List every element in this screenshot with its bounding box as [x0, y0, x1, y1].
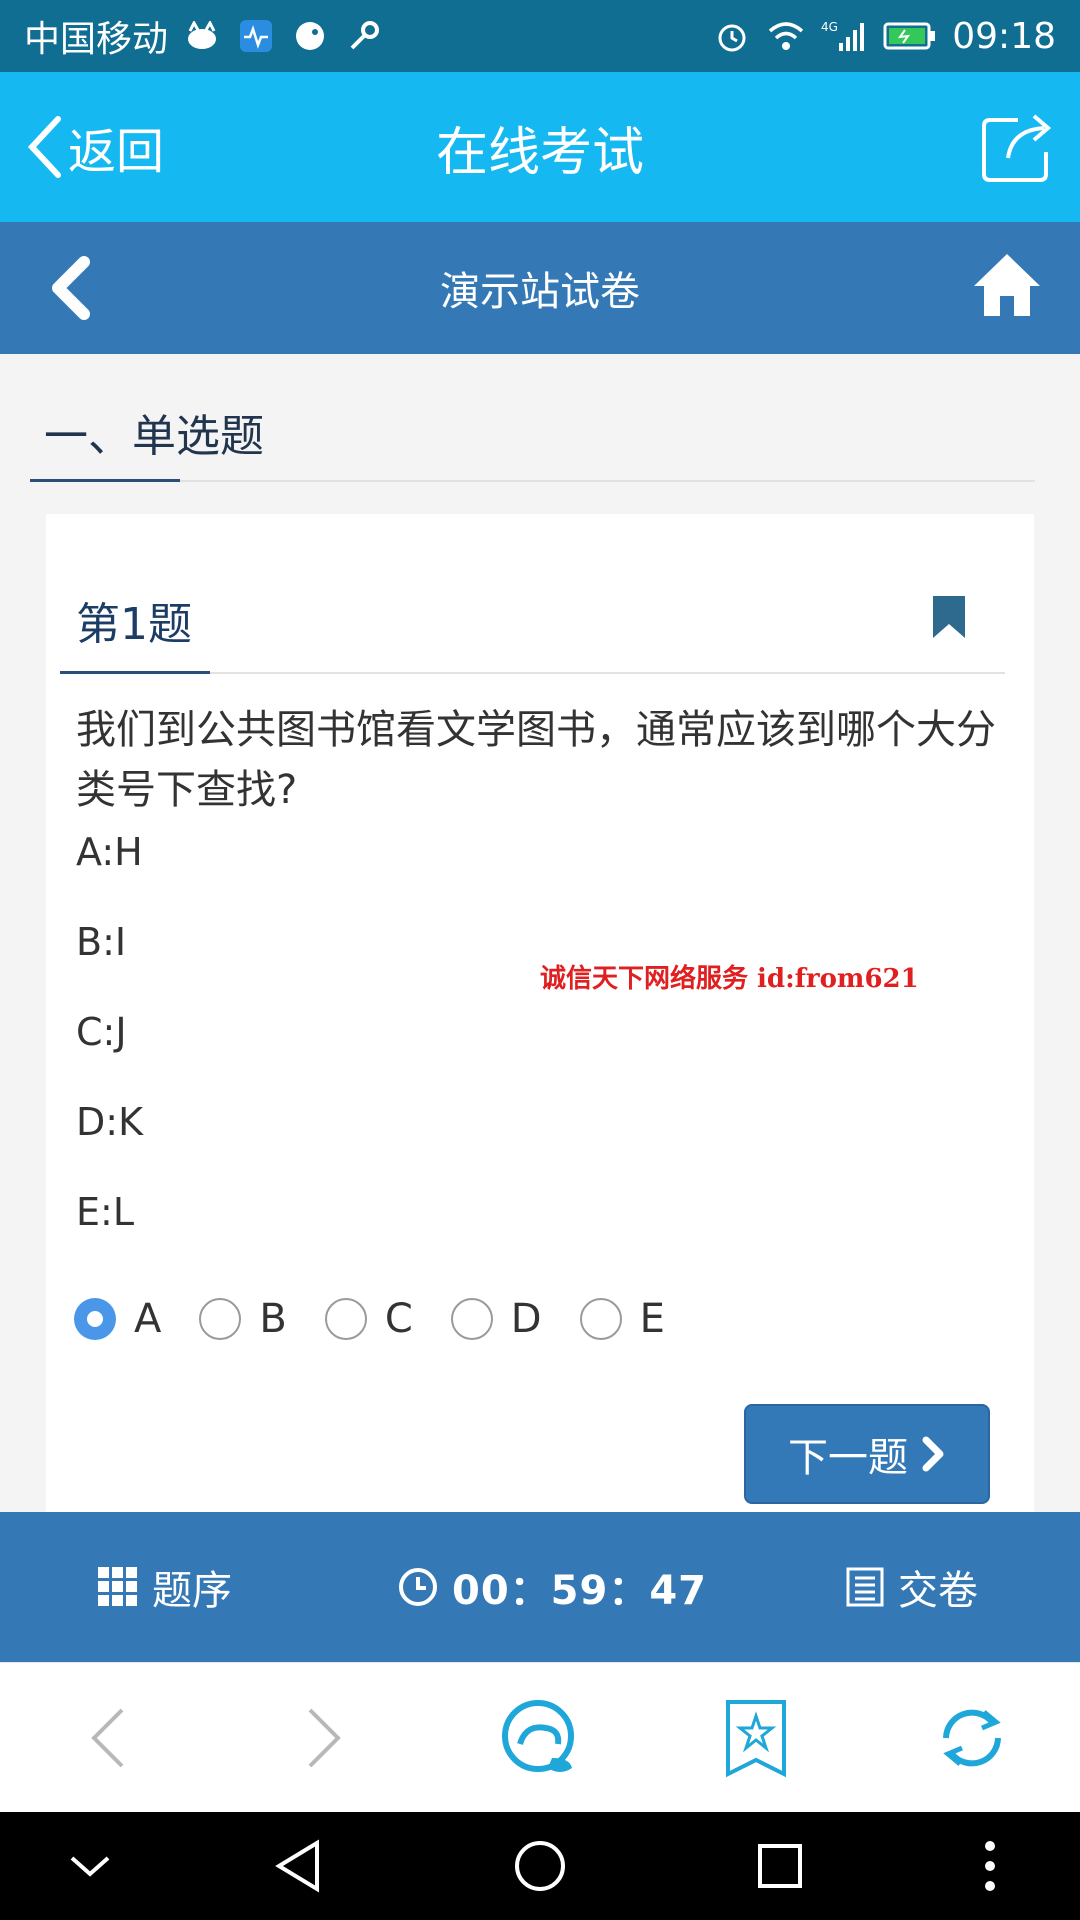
system-nav-bar: [0, 1812, 1080, 1920]
exam-paper-title: 演示站试卷: [440, 269, 640, 315]
grid-icon: [98, 1567, 137, 1606]
back-button[interactable]: 返回: [26, 112, 164, 182]
chevron-down-icon: [70, 1856, 110, 1877]
next-question-button[interactable]: 下一题: [744, 1404, 990, 1504]
answer-radio-e[interactable]: E: [579, 1296, 665, 1342]
chevron-left-icon: [27, 116, 61, 178]
radio-button[interactable]: [579, 1298, 622, 1340]
radio-button[interactable]: [450, 1298, 493, 1340]
timer: 00：59：47: [398, 1512, 707, 1662]
question-order-button[interactable]: 题序: [98, 1512, 232, 1662]
browser-search-button[interactable]: [490, 1688, 590, 1788]
section-header: 一、单选题: [30, 354, 1035, 482]
radio-label: A: [134, 1296, 162, 1342]
wifi-icon: [766, 16, 806, 56]
option-e: E:L: [76, 1190, 134, 1234]
app-header: 返回 在线考试: [0, 72, 1080, 222]
nav-collapse-button[interactable]: [50, 1826, 130, 1906]
carrier-label: 中国移动: [24, 19, 169, 60]
forward-arrow-icon: [308, 1708, 341, 1768]
radio-button[interactable]: [324, 1298, 367, 1340]
question-number: 第1题: [76, 599, 192, 650]
radio-button[interactable]: [74, 1298, 116, 1340]
option-d: D:K: [76, 1100, 143, 1144]
browser-bookmark-button[interactable]: [706, 1688, 806, 1788]
nav-menu-button[interactable]: [950, 1826, 1030, 1906]
question-header: 第1题: [60, 514, 1005, 674]
more-vert-icon: [985, 1841, 995, 1891]
browser-bar: [0, 1662, 1080, 1812]
clock-icon: [399, 1568, 437, 1606]
option-b: B:I: [76, 920, 127, 964]
radio-label: C: [384, 1296, 413, 1342]
answer-radio-group: A B C D E: [74, 1296, 703, 1342]
browser-forward-button[interactable]: [274, 1688, 374, 1788]
browser-back-button[interactable]: [58, 1688, 158, 1788]
answer-radio-b[interactable]: B: [199, 1296, 287, 1342]
question-order-label: 题序: [152, 1568, 232, 1614]
clock-label: 09:18: [952, 15, 1056, 57]
share-button[interactable]: [978, 108, 1058, 188]
submit-button[interactable]: 交卷: [846, 1512, 978, 1662]
section-title: 一、单选题: [44, 411, 264, 462]
question-underline: [60, 671, 210, 674]
sub-header: 演示站试卷: [0, 222, 1080, 354]
nav-recents-button[interactable]: [740, 1826, 820, 1906]
chevron-left-icon: [52, 256, 90, 320]
square-recents-icon: [758, 1844, 802, 1888]
triangle-back-icon: [275, 1839, 319, 1893]
status-left: 中国移动: [24, 10, 384, 62]
radio-label: E: [639, 1296, 665, 1342]
back-arrow-icon: [91, 1708, 124, 1768]
home-button[interactable]: [972, 250, 1042, 322]
health-app-icon: [236, 16, 276, 56]
browser-refresh-button[interactable]: [922, 1688, 1022, 1788]
signal-icon: 4G: [820, 16, 868, 56]
radio-label: B: [259, 1296, 287, 1342]
answer-radio-d[interactable]: D: [450, 1296, 542, 1342]
bird-app-icon: [290, 16, 330, 56]
bookmark-star-icon: [726, 1700, 786, 1778]
nav-home-button[interactable]: [500, 1826, 580, 1906]
radio-button[interactable]: [199, 1298, 242, 1340]
search-cloud-icon: [502, 1700, 574, 1772]
option-c: C:J: [76, 1010, 127, 1054]
option-a: A:H: [76, 830, 143, 874]
watermark-text: 诚信天下网络服务 id:from621: [540, 964, 919, 994]
chevron-right-icon: [922, 1436, 944, 1472]
question-card: 第1题 我们到公共图书馆看文学图书，通常应该到哪个大分类号下查找? A:H B:…: [46, 514, 1034, 1512]
radio-label: D: [510, 1296, 542, 1342]
key-icon: [344, 16, 384, 56]
list-icon: [846, 1567, 884, 1607]
share-icon: [982, 114, 1052, 182]
answer-radio-a[interactable]: A: [74, 1296, 161, 1342]
status-right: 4G 09:18: [712, 16, 1056, 57]
back-label: 返回: [68, 124, 165, 180]
circle-home-icon: [515, 1841, 565, 1891]
question-text: 我们到公共图书馆看文学图书，通常应该到哪个大分类号下查找?: [76, 707, 996, 813]
alarm-icon: [712, 16, 752, 56]
bookmark-icon[interactable]: [931, 594, 967, 640]
refresh-icon: [943, 1709, 1001, 1767]
timer-text: 00：59：47: [452, 1568, 707, 1614]
exam-bar: 题序 00：59：47 交卷: [0, 1512, 1080, 1662]
section-underline: [30, 479, 180, 482]
pet-icon: [182, 16, 222, 56]
home-icon: [974, 254, 1040, 316]
submit-label: 交卷: [898, 1568, 978, 1614]
network-type-label: 4G: [821, 20, 838, 34]
status-bar: 中国移动 4G 09:18: [0, 0, 1080, 72]
nav-back-button[interactable]: [258, 1826, 338, 1906]
next-question-label: 下一题: [788, 1435, 908, 1481]
battery-icon: [882, 16, 938, 56]
answer-radio-c[interactable]: C: [324, 1296, 413, 1342]
sub-back-button[interactable]: [44, 252, 104, 324]
